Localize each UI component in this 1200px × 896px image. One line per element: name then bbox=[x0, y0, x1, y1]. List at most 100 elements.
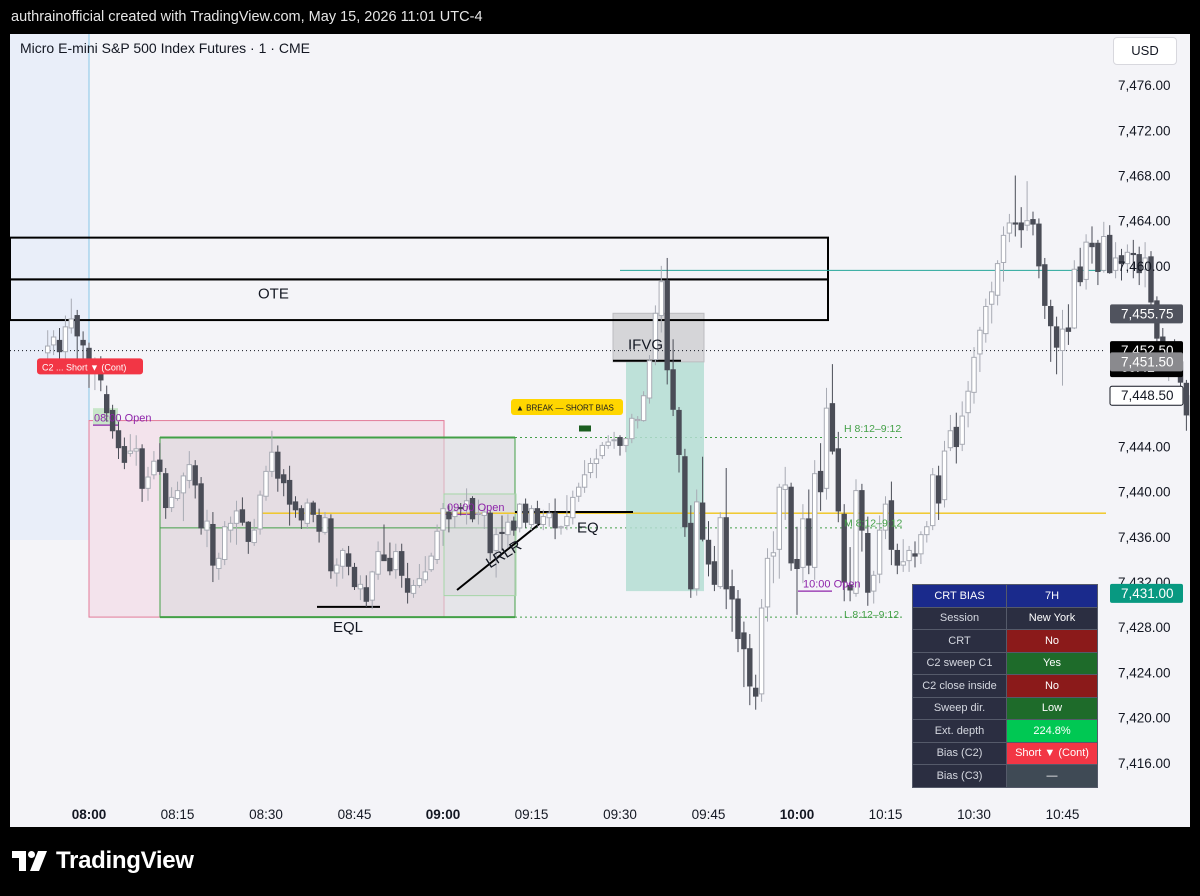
candle-body bbox=[1065, 327, 1072, 332]
price-tag-label: 7,455.75 bbox=[1121, 306, 1174, 321]
candle-body bbox=[664, 280, 670, 371]
crt-row: Bias (C3) — bbox=[912, 764, 1098, 788]
candle-body bbox=[328, 518, 334, 572]
candle-body bbox=[227, 522, 234, 531]
candle-body bbox=[198, 483, 204, 529]
candle-body bbox=[1077, 266, 1083, 283]
candle-body bbox=[989, 291, 995, 305]
candle-body bbox=[658, 281, 664, 317]
candle-body bbox=[640, 395, 647, 422]
candle-body bbox=[180, 475, 187, 494]
candle-body bbox=[623, 438, 629, 446]
candle-body bbox=[906, 549, 912, 562]
crt-key: C2 sweep C1 bbox=[912, 651, 1007, 675]
candle-body bbox=[1083, 241, 1089, 280]
candle-body bbox=[1130, 252, 1136, 256]
candle-body bbox=[1018, 222, 1024, 231]
crt-row: Session New York bbox=[912, 606, 1098, 630]
candle-body bbox=[310, 502, 316, 515]
x-tick-label: 08:00 bbox=[72, 807, 107, 822]
tradingview-logo[interactable]: TradingView bbox=[12, 847, 194, 875]
ote-label: OTE bbox=[258, 286, 289, 303]
candle-body bbox=[1053, 326, 1060, 348]
candle-body bbox=[1095, 242, 1101, 273]
candle-body bbox=[174, 490, 181, 500]
candle-body bbox=[753, 687, 759, 697]
candle-body bbox=[322, 517, 328, 533]
candle-body bbox=[900, 561, 906, 566]
candle-body bbox=[233, 510, 240, 524]
candle-body bbox=[611, 439, 617, 442]
candle-body bbox=[428, 555, 434, 571]
x-tick-label: 09:30 bbox=[603, 807, 637, 822]
candle-body bbox=[918, 534, 924, 555]
candle-body bbox=[941, 450, 948, 501]
candle-body bbox=[1036, 223, 1042, 267]
crt-value: — bbox=[1006, 764, 1098, 788]
y-tick-label: 7,440.00 bbox=[1118, 485, 1171, 500]
candle-body bbox=[505, 521, 511, 536]
candle-body bbox=[517, 503, 523, 529]
candle-body bbox=[593, 458, 600, 464]
candle-body bbox=[546, 512, 552, 519]
candle-body bbox=[151, 460, 157, 476]
candle-body bbox=[676, 409, 682, 455]
candle-body bbox=[894, 549, 900, 566]
candle-body bbox=[971, 356, 977, 393]
crt-value: Short ▼ (Cont) bbox=[1006, 741, 1098, 765]
crt-row: CRT BIAS 7H bbox=[912, 584, 1098, 608]
candle-body bbox=[977, 329, 983, 355]
candle-body bbox=[947, 430, 954, 449]
candle-body bbox=[316, 514, 322, 532]
range-low-label: L 8:12–9:12 bbox=[844, 609, 899, 621]
candle-body bbox=[104, 394, 110, 414]
crt-key: Ext. depth bbox=[912, 719, 1007, 743]
candle-body bbox=[68, 318, 74, 329]
open-10-label: 10:00 Open bbox=[803, 579, 861, 591]
candle-body bbox=[416, 578, 423, 586]
candle-body bbox=[168, 496, 175, 509]
y-tick-label: 7,436.00 bbox=[1118, 530, 1171, 545]
candle-body bbox=[688, 522, 694, 590]
short-bias-text: C2 ... Short ▼ (Cont) bbox=[42, 362, 126, 372]
candle-body bbox=[363, 587, 370, 602]
candle-body bbox=[281, 474, 287, 484]
candle-body bbox=[145, 476, 151, 489]
y-tick-label: 7,420.00 bbox=[1118, 711, 1171, 726]
candle-body bbox=[127, 450, 133, 454]
crt-row: CRT No bbox=[912, 629, 1098, 653]
candle-body bbox=[62, 326, 69, 353]
candle-body bbox=[80, 339, 86, 346]
candle-body bbox=[1107, 234, 1113, 274]
candle-body bbox=[351, 566, 358, 588]
candle-body bbox=[133, 448, 139, 452]
x-tick-label: 08:30 bbox=[249, 807, 283, 822]
x-tick-label: 10:15 bbox=[869, 807, 903, 822]
crt-value: No bbox=[1006, 674, 1098, 698]
candle-body bbox=[794, 558, 800, 570]
candle-body bbox=[617, 437, 623, 446]
candle-body bbox=[629, 417, 635, 440]
candle-body bbox=[800, 518, 806, 568]
candle-body bbox=[422, 571, 429, 581]
ote-box bbox=[10, 278, 829, 322]
candle-body bbox=[576, 486, 582, 497]
candle-body bbox=[646, 360, 653, 399]
candle-body bbox=[635, 418, 641, 422]
candle-body bbox=[487, 512, 493, 554]
candle-body bbox=[599, 444, 605, 457]
candle-body bbox=[699, 502, 706, 540]
candle-body bbox=[304, 502, 311, 524]
range-mid-label: M 8:12–9:12 bbox=[844, 518, 903, 530]
symbol-title[interactable]: Micro E-mini S&P 500 Index Futures · 1 ·… bbox=[20, 40, 310, 56]
candle-body bbox=[139, 448, 145, 489]
y-tick-label: 7,476.00 bbox=[1118, 78, 1171, 93]
x-tick-label: 10:00 bbox=[780, 807, 815, 822]
attribution-text: authrainofficial created with TradingVie… bbox=[11, 9, 483, 25]
candle-body bbox=[564, 516, 570, 527]
candle-body bbox=[263, 470, 269, 497]
chart-panel[interactable]: OTE IFVG EQL LRLR EQ 08:00 Open 09:00 Open 10:0… bbox=[10, 34, 1190, 827]
candle-body bbox=[552, 512, 558, 529]
candle-body bbox=[570, 496, 576, 519]
currency-button[interactable]: USD bbox=[1113, 37, 1177, 65]
